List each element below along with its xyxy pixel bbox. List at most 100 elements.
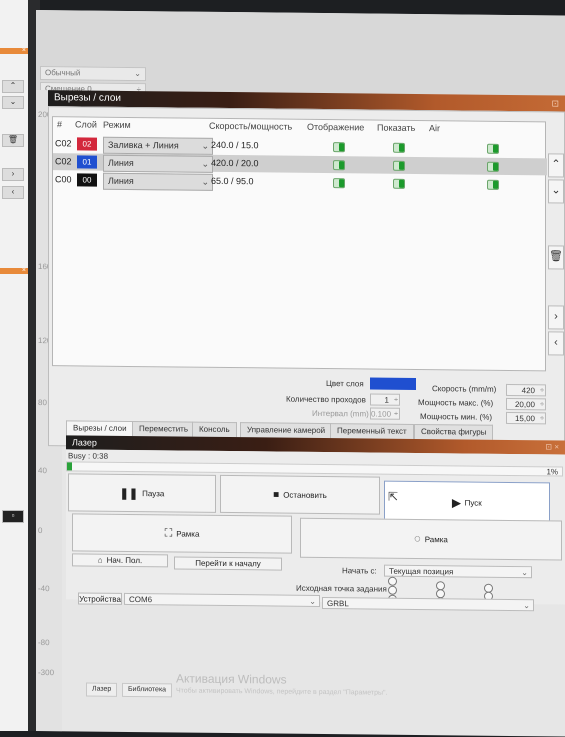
dark-button[interactable]: ▫	[2, 510, 24, 523]
frame-round-button[interactable]: ◌ Рамка	[300, 517, 562, 561]
tab-library[interactable]: Библиотека	[122, 682, 173, 698]
layer-swatch[interactable]: 00	[77, 173, 97, 187]
start-from-label: Начать с:	[342, 566, 377, 576]
output-toggle[interactable]	[333, 178, 345, 189]
background-window-strip: × ⌃ ⌄ 🗑 › ‹ × ▫	[0, 0, 28, 731]
stop-icon: ■	[273, 488, 280, 501]
air-toggle[interactable]	[487, 161, 499, 172]
layer-swatch[interactable]: 01	[77, 155, 97, 169]
output-toggle[interactable]	[333, 142, 345, 153]
col-header: Air	[429, 123, 440, 134]
frame-round-icon: ◌	[414, 532, 421, 546]
origin-radio[interactable]	[388, 585, 397, 595]
passes-label: Количество проходов	[286, 394, 366, 405]
col-header: Режим	[103, 119, 131, 130]
start-button[interactable]: ▶ Пуск	[384, 480, 550, 525]
progress-label: 1%	[546, 467, 558, 477]
layers-table: # Слой Режим Скорость/мощность Отображен…	[52, 116, 547, 372]
devices-button[interactable]: Устройства	[78, 592, 122, 605]
home-button[interactable]: ⌂ Нач. Пол.	[72, 553, 168, 568]
chevron-left-icon[interactable]: ‹	[2, 186, 24, 199]
pause-icon: ❚❚	[119, 487, 139, 500]
air-toggle[interactable]	[487, 143, 499, 154]
play-icon: ▶	[452, 496, 461, 509]
close-icon[interactable]: ⊡ ×	[545, 440, 559, 454]
stop-button[interactable]: ■ Остановить	[220, 474, 380, 515]
job-status: Busy : 0:38	[68, 451, 109, 461]
row-id: C02	[55, 138, 72, 149]
port-select[interactable]: COM6 ⌄	[124, 592, 320, 607]
frame-button[interactable]: ⛶ Рамка	[72, 513, 292, 554]
col-header: Скорость/мощность	[209, 120, 293, 132]
ruler-label: 0	[38, 526, 43, 536]
max-power-input[interactable]: 20,00 ÷	[506, 397, 546, 411]
min-power-label: Мощность мин. (%)	[420, 412, 492, 422]
col-header: #	[57, 119, 63, 130]
job-origin-label: Исходная точка задания	[296, 583, 387, 594]
home-icon: ⌂	[97, 555, 103, 565]
speed-power: 240.0 / 15.0	[211, 139, 259, 151]
speed-input[interactable]: 420 ÷	[506, 383, 546, 397]
pause-button[interactable]: ❚❚ Пауза	[68, 473, 216, 513]
col-header: Слой	[75, 119, 97, 130]
pin-icon[interactable]: ⊡	[551, 95, 559, 111]
chevron-up-icon[interactable]: ⌃	[548, 153, 564, 178]
tab-cuts-layers[interactable]: Вырезы / слои	[66, 420, 134, 437]
origin-radio[interactable]	[388, 576, 397, 586]
layer-swatch[interactable]: 02	[77, 137, 97, 151]
go-to-origin-button[interactable]: Перейти к началу	[174, 556, 282, 571]
output-toggle[interactable]	[333, 160, 345, 171]
arrow-down-button[interactable]: ⌄	[2, 96, 24, 109]
speed-power: 65.0 / 95.0	[211, 175, 254, 187]
show-toggle[interactable]	[393, 160, 405, 171]
panel-title-bar: ×	[0, 47, 28, 54]
chevron-right-icon[interactable]: ›	[548, 305, 564, 330]
controller-select[interactable]: GRBL ⌄	[322, 596, 534, 612]
tab-laser[interactable]: Лазер	[86, 682, 118, 697]
passes-input[interactable]: 1 ÷	[370, 393, 400, 406]
layer-color-label: Цвет слоя	[326, 379, 364, 389]
laser-panel: Busy : 0:38 1% ❚❚ Пауза ■ Остановить ▶ Пуск…	[66, 449, 565, 609]
windows-activation-subtitle: Чтобы активировать Windows, перейдите в …	[176, 687, 388, 697]
air-toggle[interactable]	[487, 179, 499, 190]
tab-camera-control[interactable]: Управление камерой	[240, 422, 333, 439]
lightburn-screen: Обычный ⌄ Смещение 0 ÷ 200 160 120 80 40 0…	[36, 10, 565, 737]
layer-color-swatch[interactable]	[370, 377, 416, 390]
ruler-label: 80	[38, 398, 47, 408]
start-from-select[interactable]: Текущая позиция ⌄	[384, 564, 532, 579]
chevron-right-icon[interactable]: ›	[2, 168, 24, 181]
show-toggle[interactable]	[393, 142, 405, 153]
windows-activation-title: Активация Windows	[176, 671, 287, 687]
mouse-cursor-icon: ⇱	[388, 489, 399, 504]
chevron-down-icon[interactable]: ⌄	[548, 179, 564, 204]
ruler-label: -300	[38, 668, 55, 678]
speed-label: Скорость (mm/m)	[432, 384, 497, 394]
interval-input[interactable]: 0.100 ÷	[370, 407, 400, 420]
progress-fill	[67, 462, 72, 471]
arrow-up-button[interactable]: ⌃	[2, 80, 24, 93]
interval-label: Интервал (mm)	[312, 408, 369, 419]
chevron-left-icon[interactable]: ‹	[548, 331, 564, 356]
ruler-label: 40	[38, 466, 47, 476]
mode-select[interactable]: Заливка + Линия ⌄	[103, 136, 213, 155]
ruler-label: -80	[38, 638, 50, 648]
col-header: Показать	[377, 122, 416, 133]
row-id: C02	[55, 156, 72, 167]
panel-title-bar: ×	[0, 267, 28, 274]
mode-select[interactable]: Обычный ⌄	[40, 66, 146, 82]
ruler-label: -40	[38, 584, 50, 594]
mode-select[interactable]: Линия ⌄	[103, 172, 213, 191]
tab-shape-properties[interactable]: Свойства фигуры	[414, 423, 494, 440]
tab-variable-text[interactable]: Переменный текст	[330, 423, 414, 439]
speed-power: 420.0 / 20.0	[211, 157, 259, 169]
tab-console[interactable]: Консоль	[192, 421, 237, 438]
show-toggle[interactable]	[393, 178, 405, 189]
frame-icon: ⛶	[164, 526, 173, 539]
col-header: Отображение	[307, 121, 365, 133]
tab-move[interactable]: Переместить	[132, 421, 196, 437]
min-power-input[interactable]: 15,00 ÷	[506, 411, 546, 425]
trash-icon[interactable]: 🗑	[2, 134, 24, 147]
mode-select[interactable]: Линия ⌄	[103, 154, 213, 173]
toolbar-area: Обычный ⌄ Смещение 0 ÷	[36, 10, 565, 98]
trash-icon[interactable]: 🗑	[548, 245, 564, 270]
